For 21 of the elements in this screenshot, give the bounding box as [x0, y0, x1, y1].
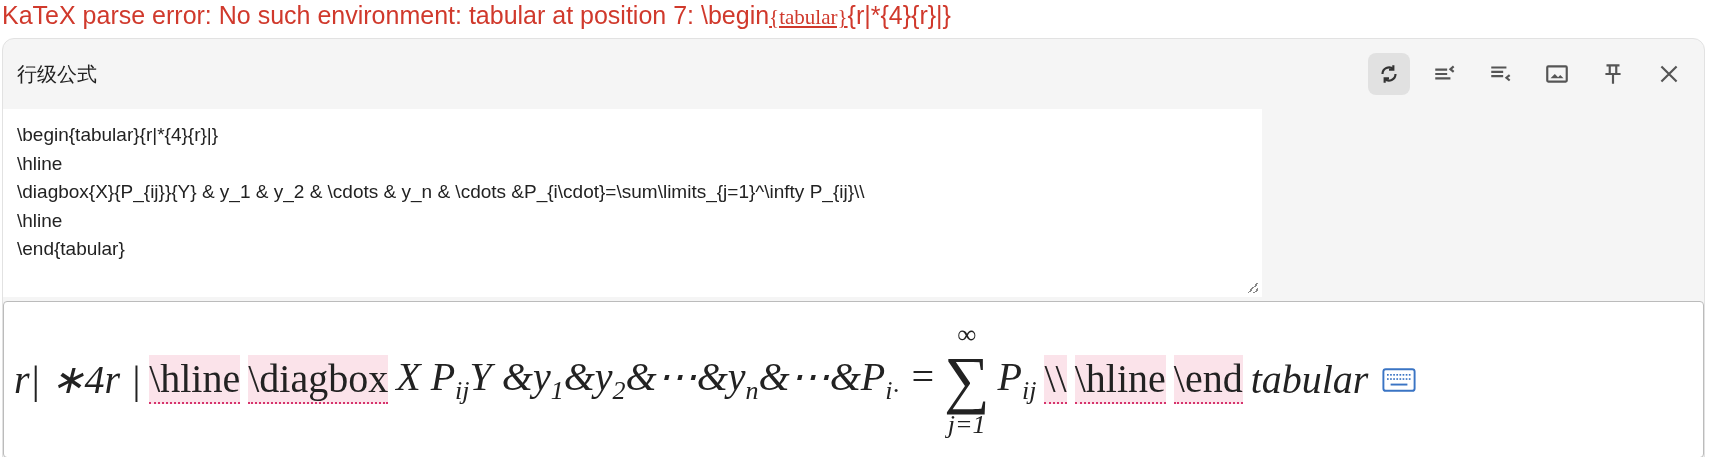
code-line: \begin{tabular}{r|*{4}{r}|} — [17, 123, 219, 147]
code-line: \hline — [17, 208, 63, 233]
source-editor[interactable]: \begin{tabular}{r|*{4}{r}|} \hline \diagbox{X}{P_{ij}}{Y} & y_1 & y_2 & \cdots & y_n & \cdots &P_{i\cdot}=\sum\limits_{j=1}^\infty P_{ij}\\ \hline \end{tabular} — [3, 109, 1262, 297]
panel-title: 行级公式 — [17, 60, 97, 88]
math-text: tabular — [1250, 356, 1369, 403]
unknown-command: \diagbox — [248, 355, 389, 404]
unknown-command: \hline — [149, 355, 241, 404]
refresh-button[interactable] — [1368, 53, 1410, 95]
resize-grip-icon[interactable] — [1248, 283, 1258, 293]
error-message: KaTeX parse error: No such environment: tabular at position 7: \begin{tabular}{r|*{4}{r}|} — [2, 1, 951, 29]
sum-upper-limit: ∞ — [957, 321, 976, 348]
math-text: r| ∗4r | — [14, 356, 142, 403]
code-line: \end{tabular} — [17, 237, 125, 261]
code-line: \diagbox{X}{P_{ij}}{Y} & y_1 & y_2 & \cdots & y_n & \cdots &P_{i\cdot}=\sum\limits_{j=1}^\infty P_{ij}\\ — [17, 180, 865, 205]
math-text: X P$_{ij}$Y &y$_{1}$&y$_{2}$&⋯&y$_{n}$&⋯&P$_{i·}$ = — [396, 353, 936, 406]
unknown-command: \end — [1173, 355, 1243, 404]
unknown-command: \hline — [1074, 355, 1166, 404]
unknown-command: \\ — [1044, 355, 1067, 404]
math-text: P$_{ij}$ — [997, 353, 1037, 406]
keyboard-icon[interactable] — [1382, 367, 1417, 392]
code-line: \hline — [17, 151, 63, 176]
